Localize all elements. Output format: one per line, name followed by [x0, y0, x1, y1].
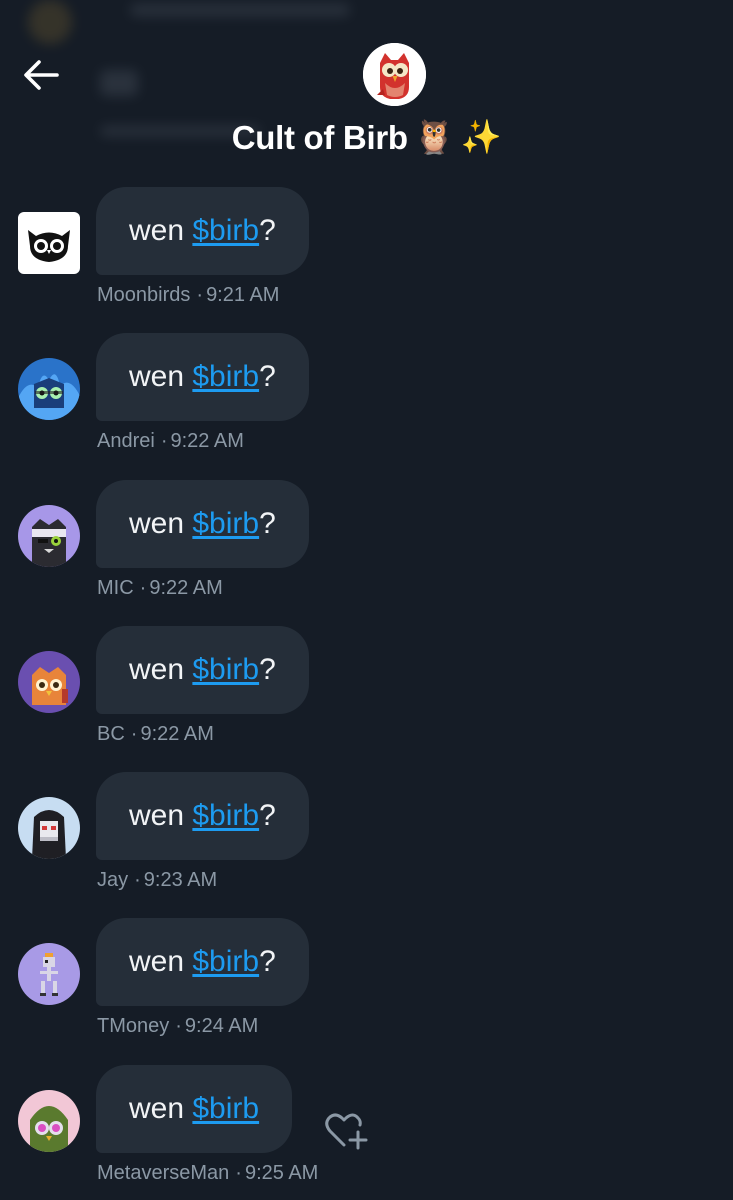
- message-item: wen $birb? Moonbirds · 9:21 AM: [0, 186, 733, 332]
- message-text: wen: [129, 799, 193, 833]
- dm-conversation-screen: Cult of Birb 🦉 ✨ wen $birb? Moonbirds · …: [0, 0, 733, 1200]
- cashtag-link[interactable]: $birb: [192, 653, 259, 687]
- message-item: wen $birb? TMoney · 9:24 AM: [0, 917, 733, 1063]
- sender-name: MetaverseMan: [97, 1161, 230, 1184]
- message-bubble[interactable]: wen $birb?: [96, 479, 309, 568]
- sender-name: Moonbirds: [97, 284, 191, 306]
- meta-separator: ·: [160, 430, 168, 453]
- sender-avatar[interactable]: [18, 1089, 80, 1152]
- message-text: wen: [129, 652, 193, 686]
- message-list: wen $birb? Moonbirds · 9:21 AM wen $birb…: [0, 186, 733, 1200]
- message-suffix: ?: [259, 360, 276, 394]
- message-time: 9:22 AM: [149, 576, 223, 599]
- sender-avatar[interactable]: [18, 943, 80, 1006]
- sender-name: Jay: [97, 869, 129, 892]
- sender-avatar[interactable]: [18, 797, 80, 860]
- blue-flame-owl-avatar-icon: [18, 358, 80, 421]
- arrow-left-icon: [24, 60, 59, 90]
- orange-owl-avatar-icon: [18, 650, 80, 713]
- message-time: 9:21 AM: [206, 284, 280, 306]
- message-item: wen $birb? Jay · 9:23 AM: [0, 771, 733, 917]
- message-meta: Jay · 9:23 AM: [97, 869, 217, 892]
- message-bubble[interactable]: wen $birb?: [96, 625, 309, 714]
- meta-separator: ·: [175, 1015, 182, 1038]
- heart-plus-icon: [325, 1113, 368, 1150]
- message-bubble[interactable]: wen $birb?: [96, 187, 309, 275]
- sender-avatar[interactable]: [18, 504, 80, 567]
- meta-separator: ·: [235, 1161, 242, 1184]
- message-time: 9:23 AM: [143, 869, 218, 892]
- message-bubble[interactable]: wen $birb: [96, 1064, 293, 1153]
- sender-avatar[interactable]: [18, 650, 80, 713]
- message-item: wen $birb? BC · 9:22 AM: [0, 625, 733, 771]
- add-reaction-button[interactable]: [322, 1108, 370, 1152]
- message-bubble[interactable]: wen $birb?: [96, 772, 309, 861]
- sparkles-emoji: ✨: [460, 118, 502, 155]
- owl-logo-avatar-icon: [18, 212, 80, 274]
- message-bubble[interactable]: wen $birb?: [96, 333, 309, 422]
- message-text: wen: [129, 945, 193, 979]
- hooded-skull-avatar-icon: [18, 797, 80, 860]
- message-meta: Moonbirds · 9:21 AM: [97, 284, 279, 307]
- meta-separator: ·: [139, 576, 147, 599]
- message-item: wen $birb? MIC · 9:22 AM: [0, 479, 733, 625]
- message-meta: BC · 9:22 AM: [97, 723, 214, 746]
- message-time: 9:22 AM: [140, 722, 214, 745]
- sender-name: BC: [97, 722, 125, 745]
- message-time: 9:22 AM: [170, 430, 244, 453]
- cashtag-link[interactable]: $birb: [192, 507, 259, 541]
- sender-avatar[interactable]: [18, 358, 80, 421]
- green-hood-owl-avatar-icon: [18, 1089, 80, 1152]
- sender-avatar[interactable]: [18, 212, 80, 274]
- message-suffix: ?: [259, 214, 276, 247]
- message-suffix: ?: [259, 799, 276, 833]
- message-meta: TMoney · 9:24 AM: [97, 1015, 258, 1038]
- meta-separator: ·: [196, 284, 204, 306]
- cashtag-link[interactable]: $birb: [192, 214, 259, 248]
- message-time: 9:25 AM: [244, 1161, 319, 1184]
- message-bubble[interactable]: wen $birb?: [96, 918, 309, 1007]
- sender-name: TMoney: [97, 1015, 170, 1038]
- message-suffix: ?: [259, 652, 276, 686]
- red-owl-icon: [363, 43, 426, 106]
- group-avatar[interactable]: [363, 43, 426, 106]
- cashtag-link[interactable]: $birb: [192, 945, 259, 979]
- sender-name: MIC: [97, 576, 134, 599]
- message-suffix: ?: [259, 506, 276, 540]
- meta-separator: ·: [134, 869, 141, 892]
- cashtag-link[interactable]: $birb: [192, 360, 259, 394]
- cashtag-link[interactable]: $birb: [192, 799, 259, 833]
- message-item: wen $birb MetaverseMan · 9:25 AM: [0, 1064, 733, 1200]
- message-meta: MIC · 9:22 AM: [97, 577, 223, 600]
- skeleton-avatar-icon: [18, 943, 80, 1006]
- message-text: wen: [129, 1091, 193, 1125]
- message-text: wen: [129, 360, 193, 394]
- message-item: wen $birb? Andrei · 9:22 AM: [0, 332, 733, 478]
- message-meta: Andrei · 9:22 AM: [97, 430, 244, 453]
- conversation-title-text: Cult of Birb: [231, 118, 408, 156]
- message-suffix: ?: [259, 945, 276, 979]
- message-time: 9:24 AM: [184, 1015, 259, 1038]
- conversation-title: Cult of Birb 🦉 ✨: [0, 118, 733, 157]
- back-button[interactable]: [18, 52, 64, 98]
- sender-name: Andrei: [97, 430, 155, 453]
- message-text: wen: [129, 214, 193, 247]
- meta-separator: ·: [130, 722, 138, 745]
- message-meta: MetaverseMan · 9:25 AM: [97, 1162, 318, 1185]
- conversation-header: Cult of Birb 🦉 ✨: [0, 0, 733, 180]
- owl-emoji: 🦉: [413, 118, 455, 155]
- cashtag-link[interactable]: $birb: [192, 1092, 259, 1126]
- message-text: wen: [129, 506, 193, 540]
- bandana-owl-avatar-icon: [18, 504, 80, 567]
